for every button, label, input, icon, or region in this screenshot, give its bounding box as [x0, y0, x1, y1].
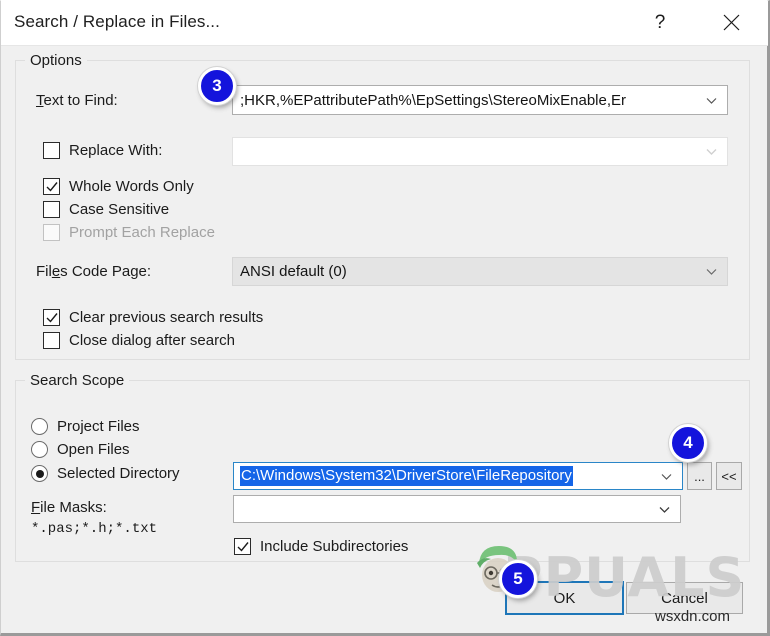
include-subdirectories-label: Include Subdirectories	[260, 538, 409, 555]
step-badge-4: 4	[669, 424, 707, 462]
prompt-each-replace-label: Prompt Each Replace	[69, 224, 215, 241]
search-scope-group-legend: Search Scope	[25, 372, 130, 389]
text-to-find-label: Text to Find:	[36, 92, 118, 109]
collapse-button[interactable]: <<	[716, 462, 742, 490]
browse-directory-button[interactable]: ...	[687, 462, 712, 490]
code-page-accel: e	[51, 263, 61, 280]
question-mark-icon: ?	[654, 11, 666, 33]
chevron-down-icon[interactable]	[705, 265, 718, 278]
title-bar: Search / Replace in Files... ?	[1, 1, 768, 46]
case-sensitive-row[interactable]: Case Sensitive	[43, 201, 169, 218]
checkmark-icon	[237, 542, 249, 552]
help-button[interactable]: ?	[637, 1, 683, 44]
whole-words-only-checkbox[interactable]	[43, 178, 60, 195]
replace-with-checkbox-row[interactable]: Replace With:	[43, 142, 162, 159]
file-masks-combobox[interactable]	[233, 495, 681, 523]
text-to-find-accel: T	[36, 92, 44, 109]
replace-with-checkbox[interactable]	[43, 142, 60, 159]
file-masks-label-rest: ile Masks:	[40, 499, 107, 516]
chevron-down-icon[interactable]	[658, 503, 671, 516]
case-sensitive-checkbox[interactable]	[43, 201, 60, 218]
clear-previous-results-label: Clear previous search results	[69, 309, 264, 326]
chevron-down-icon[interactable]	[660, 470, 673, 483]
directory-combobox[interactable]: C:\Windows\System32\DriverStore\FileRepo…	[233, 462, 683, 490]
step-badge-5: 5	[499, 560, 537, 598]
prompt-each-replace-checkbox	[43, 224, 60, 241]
watermark-site-text: wsxdn.com	[655, 608, 731, 625]
replace-with-combobox[interactable]	[232, 137, 728, 166]
close-dialog-after-search-row[interactable]: Close dialog after search	[43, 332, 235, 349]
case-sensitive-label: Case Sensitive	[69, 201, 170, 218]
radio-selected-directory-row[interactable]: Selected Directory	[31, 465, 180, 482]
options-group-legend: Options	[25, 52, 87, 69]
search-replace-dialog: Search / Replace in Files... ? Options T…	[0, 0, 770, 636]
code-page-combobox[interactable]: ANSI default (0)	[232, 257, 728, 286]
text-to-find-label-rest: ext to Find:	[43, 92, 118, 109]
radio-selected-directory[interactable]	[31, 465, 48, 482]
radio-open-files-label: Open Files	[57, 441, 130, 458]
close-dialog-after-search-label: Close dialog after search	[69, 332, 235, 349]
page-title: Search / Replace in Files...	[14, 12, 220, 31]
text-to-find-combobox[interactable]: ;HKR,%EPattributePath%\EpSettings\Stereo…	[232, 85, 728, 115]
code-page-label: Files Code Page:	[36, 263, 151, 280]
radio-selected-directory-label: Selected Directory	[57, 465, 180, 482]
radio-project-files[interactable]	[31, 418, 48, 435]
radio-open-files-row[interactable]: Open Files	[31, 441, 130, 458]
radio-project-files-row[interactable]: Project Files	[31, 418, 140, 435]
clear-previous-results-checkbox[interactable]	[43, 309, 60, 326]
step-badge-3: 3	[198, 67, 236, 105]
checkmark-icon	[46, 182, 58, 192]
include-subdirectories-checkbox[interactable]	[234, 538, 251, 555]
clear-previous-results-row[interactable]: Clear previous search results	[43, 309, 263, 326]
text-to-find-input[interactable]: ;HKR,%EPattributePath%\EpSettings\Stereo…	[240, 92, 697, 109]
radio-dot	[35, 469, 44, 478]
file-masks-accel: F	[31, 499, 41, 516]
include-subdirectories-row[interactable]: Include Subdirectories	[234, 538, 408, 555]
file-masks-label: File Masks:	[31, 499, 107, 516]
close-dialog-after-search-checkbox[interactable]	[43, 332, 60, 349]
chevron-down-icon[interactable]	[705, 94, 718, 107]
radio-open-files[interactable]	[31, 441, 48, 458]
close-x-icon	[723, 14, 740, 31]
file-masks-hint: *.pas;*.h;*.txt	[31, 521, 158, 537]
directory-input[interactable]: C:\Windows\System32\DriverStore\FileRepo…	[240, 466, 573, 486]
code-page-value: ANSI default (0)	[240, 263, 347, 280]
replace-with-label: Replace With:	[69, 142, 163, 159]
code-page-label-b: s Code Page:	[60, 263, 152, 280]
whole-words-only-label: Whole Words Only	[69, 178, 194, 195]
chevron-down-icon[interactable]	[705, 145, 718, 158]
prompt-each-replace-row: Prompt Each Replace	[43, 224, 215, 241]
close-button[interactable]	[708, 1, 754, 44]
checkmark-icon	[46, 313, 58, 323]
radio-project-files-label: Project Files	[57, 418, 140, 435]
whole-words-only-row[interactable]: Whole Words Only	[43, 178, 194, 195]
code-page-label-a: Fil	[36, 263, 52, 280]
